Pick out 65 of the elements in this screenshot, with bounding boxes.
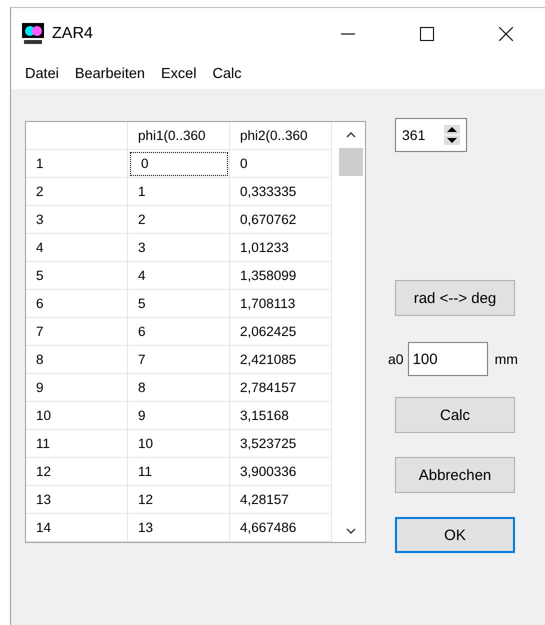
table-cell[interactable]: 2,784157 <box>230 374 332 402</box>
maximize-icon <box>420 26 434 40</box>
row-header[interactable]: 8 <box>26 346 128 374</box>
a0-label: a0 <box>388 351 404 367</box>
menu-item[interactable]: Bearbeiten <box>74 66 146 82</box>
table-cell[interactable]: 1,708113 <box>230 290 332 318</box>
table-cell[interactable]: 13 <box>128 514 230 542</box>
table-cell[interactable]: 4,667486 <box>230 514 332 542</box>
unit-label: mm <box>494 351 518 367</box>
row-header[interactable]: 14 <box>26 514 128 542</box>
row-header[interactable]: 10 <box>26 402 128 430</box>
table-cell[interactable]: 1,01233 <box>230 234 332 262</box>
table-cell[interactable]: 8 <box>128 374 230 402</box>
menu-item[interactable]: Calc <box>211 66 242 82</box>
menu-item[interactable]: Excel <box>160 66 198 82</box>
table-cell[interactable]: 2 <box>128 206 230 234</box>
row-header[interactable]: 9 <box>26 374 128 402</box>
menu-item[interactable]: Datei <box>24 66 60 82</box>
scroll-up-icon[interactable] <box>346 132 356 138</box>
row-header[interactable]: 3 <box>26 206 128 234</box>
a0-input-field[interactable]: 100 <box>408 342 488 376</box>
table-cell[interactable]: 2,062425 <box>230 318 332 346</box>
table-cell[interactable]: 7 <box>128 346 230 374</box>
close-icon <box>498 26 512 40</box>
table-cell[interactable]: 2,421085 <box>230 346 332 374</box>
table-cell[interactable]: 9 <box>128 402 230 430</box>
scroll-down-icon[interactable] <box>346 528 356 534</box>
dialog-button[interactable]: Calc <box>395 397 515 433</box>
row-header[interactable]: 6 <box>26 290 128 318</box>
row-header[interactable]: 12 <box>26 458 128 486</box>
table-cell[interactable]: 4 <box>128 262 230 290</box>
table-cell[interactable]: 10 <box>128 430 230 458</box>
dialog-button[interactable]: Abbrechen <box>395 457 515 493</box>
table-cell[interactable]: 3,523725 <box>230 430 332 458</box>
row-header[interactable]: 1 <box>26 150 128 178</box>
table-cell[interactable]: 4,28157 <box>230 486 332 514</box>
minimize-icon <box>340 32 354 34</box>
table-cell[interactable]: 0 <box>230 150 332 178</box>
table-cell[interactable]: 5 <box>128 290 230 318</box>
window-title: ZAR4 <box>52 24 93 42</box>
dialog-button[interactable]: OK <box>395 517 515 553</box>
app-logo-icon <box>22 22 44 44</box>
scroll-thumb[interactable] <box>338 148 362 176</box>
up-down-arrows-icon[interactable] <box>444 125 460 145</box>
row-header[interactable]: 7 <box>26 318 128 346</box>
row-header[interactable]: 5 <box>26 262 128 290</box>
table-cell[interactable]: 6 <box>128 318 230 346</box>
table-cell[interactable]: 1 <box>128 178 230 206</box>
rad-deg-toggle-button[interactable]: rad <--> deg <box>395 280 515 316</box>
table-cell[interactable]: 0 <box>128 150 230 178</box>
row-header[interactable]: 4 <box>26 234 128 262</box>
table-cell[interactable]: 12 <box>128 486 230 514</box>
table-cell[interactable]: 1,358099 <box>230 262 332 290</box>
table-cell[interactable]: 0,670762 <box>230 206 332 234</box>
count-spinner[interactable]: 361 <box>395 118 467 152</box>
table-cell[interactable]: 3 <box>128 234 230 262</box>
column-header[interactable]: phi1(0..360 <box>128 122 230 150</box>
row-header[interactable]: 13 <box>26 486 128 514</box>
table-cell[interactable]: 11 <box>128 458 230 486</box>
row-header[interactable]: 11 <box>26 430 128 458</box>
row-header[interactable]: 2 <box>26 178 128 206</box>
table-cell[interactable]: 3,900336 <box>230 458 332 486</box>
table-cell[interactable]: 3,15168 <box>230 402 332 430</box>
table-cell[interactable]: 0,333335 <box>230 178 332 206</box>
column-header[interactable]: phi2(0..360 <box>230 122 332 150</box>
